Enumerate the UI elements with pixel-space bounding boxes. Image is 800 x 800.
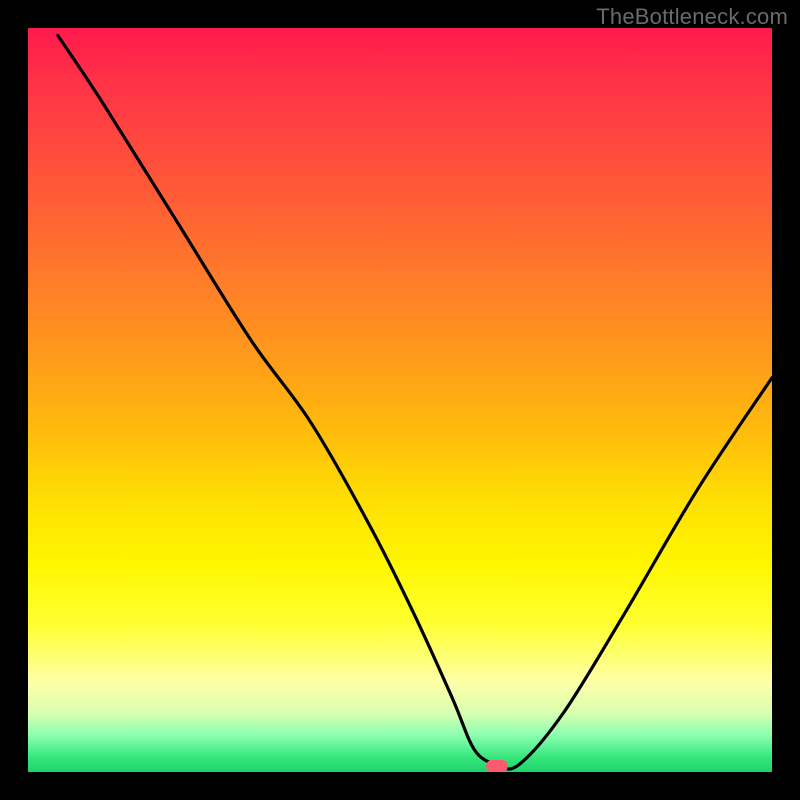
chart-frame: TheBottleneck.com xyxy=(0,0,800,800)
optimum-marker xyxy=(486,760,508,772)
plot-area xyxy=(28,28,772,772)
bottleneck-curve xyxy=(28,28,772,772)
watermark-text: TheBottleneck.com xyxy=(596,4,788,30)
